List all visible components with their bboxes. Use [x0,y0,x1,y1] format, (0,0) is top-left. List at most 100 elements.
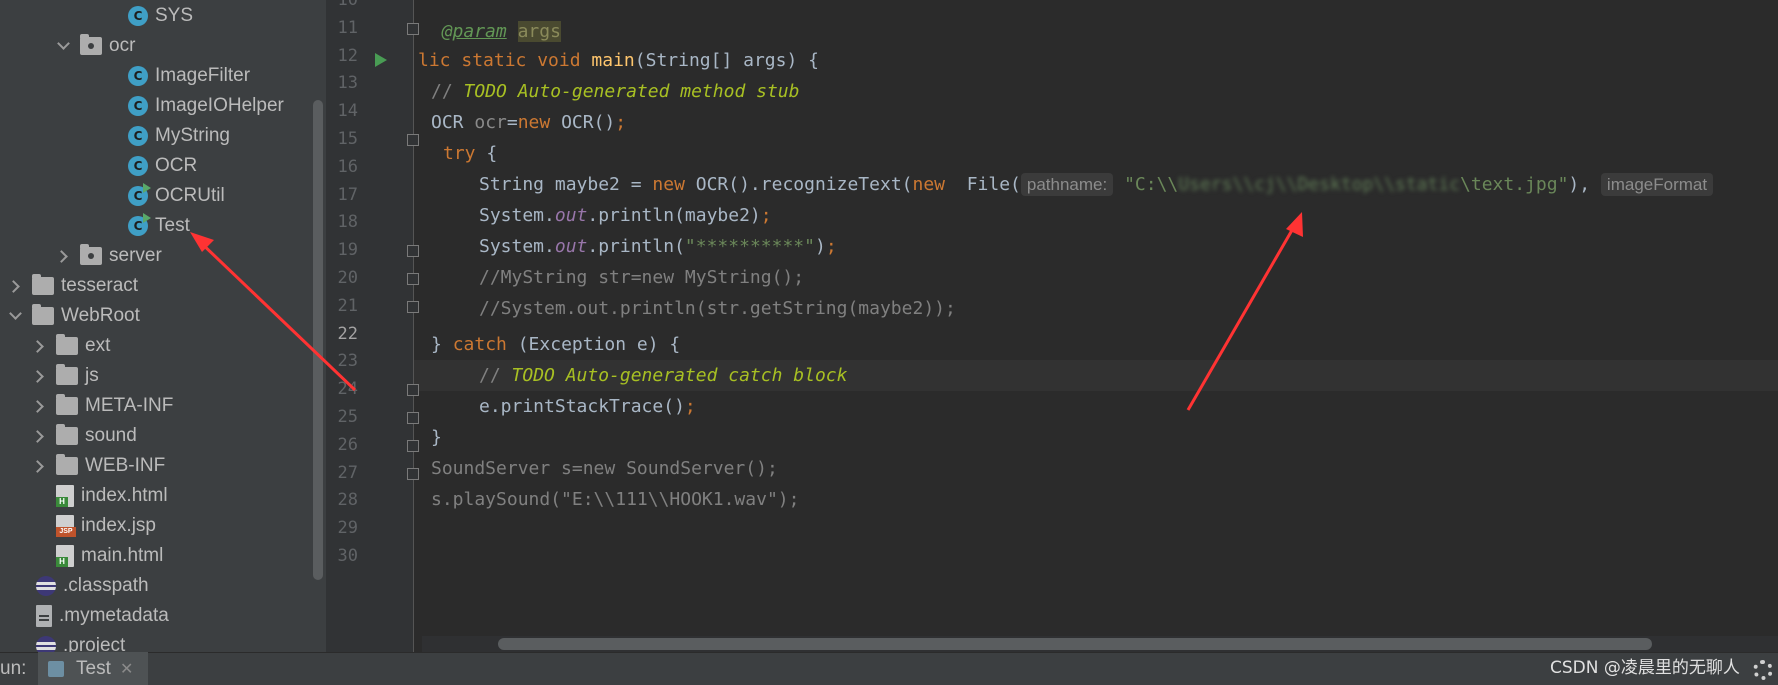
token: out [554,205,588,226]
chevron-down-icon[interactable] [56,39,70,53]
tree-item-label: .project [63,635,126,652]
tree-item-label: server [109,245,162,266]
token: static [461,50,538,71]
fold-marker-icon[interactable] [407,412,419,424]
run-label: un: [0,658,27,679]
tree-item-webroot[interactable]: WebRoot [0,301,310,331]
token: new [517,112,562,133]
token: e.printStackTrace() [479,396,685,417]
token: { [486,143,498,164]
tree-item-index-html[interactable]: index.html [0,481,310,511]
tree-item-label: WEB-INF [85,455,166,476]
fold-marker-icon[interactable] [407,22,419,35]
horizontal-scrollbar[interactable] [498,638,1652,650]
chevron-right-icon[interactable] [32,459,46,473]
line-number: 20 [337,268,358,288]
folder-icon [32,304,54,325]
run-config-icon [48,661,64,677]
tree-item-project[interactable]: .project [0,631,310,652]
token: "C:\\ [1124,174,1179,195]
tree-item-mystring[interactable]: C MyString [0,121,310,151]
fold-marker-icon[interactable] [407,273,419,285]
chevron-right-icon[interactable] [32,429,46,443]
token: System. [479,236,555,257]
tree-item-ocr[interactable]: ocr [0,31,310,61]
fold-marker-icon[interactable] [407,439,419,452]
code-line-13: // TODO Auto-generated method stub [431,76,799,107]
tree-item-label: ext [85,335,111,356]
tree-item-main-html[interactable]: main.html [0,541,310,571]
gear-icon[interactable] [1753,660,1773,680]
chevron-right-icon[interactable] [8,279,22,293]
runnable-class-icon: C [128,213,151,236]
token: new [912,174,956,195]
tree-item-index-jsp[interactable]: index.jsp [0,511,310,541]
code-line-19: //MyString str=new MyString(); [479,267,805,288]
line-number: 29 [337,518,358,539]
code-line-18: System.out.println("**********"); [479,231,837,262]
line-number: 18 [337,212,358,233]
tree-item-sys[interactable]: C SYS [0,1,310,31]
tree-item-ocrutil[interactable]: C OCRUtil [0,181,310,211]
class-icon: C [128,6,148,26]
html-file-icon [56,545,74,567]
token: OCR() [561,112,616,133]
code-line-10: @param args [420,0,561,42]
tree-item-ext[interactable]: ext [0,331,310,361]
tree-item-label: META-INF [85,395,174,416]
fold-marker-icon[interactable] [407,467,419,480]
fold-marker-icon[interactable] [407,245,419,258]
chevron-right-icon[interactable] [32,339,46,353]
code-line-21: } catch (Exception e) { [431,329,680,360]
token: void [537,50,592,71]
chevron-right-icon[interactable] [56,249,70,263]
run-tab-label[interactable]: Test [76,652,111,685]
token: ), [1568,174,1601,195]
line-number: 22 [337,323,358,344]
folder-icon [56,364,78,385]
tree-item-server[interactable]: server [0,241,310,271]
tree-item-sound[interactable]: sound [0,421,310,451]
token: (Exception e) { [517,334,681,355]
token: catch [452,334,518,355]
eclipse-icon [36,636,56,652]
tree-item-imagefilter[interactable]: C ImageFilter [0,61,310,91]
tree-item-imageiohelper[interactable]: C ImageIOHelper [0,91,310,121]
line-number: 25 [337,407,358,427]
parameter-hint-pathname: pathname: [1020,173,1114,196]
tree-scrollbar[interactable] [313,100,323,580]
line-number: 30 [337,546,358,566]
tree-item-classpath[interactable]: .classpath [0,571,310,601]
tree-item-ocr[interactable]: C OCR [0,151,310,181]
token: ) [814,236,826,257]
chevron-down-icon[interactable] [8,309,22,323]
tree-item-meta-inf[interactable]: META-INF [0,391,310,421]
tree-item-label: index.html [81,485,168,506]
token: ocr [474,112,507,133]
fold-marker-icon[interactable] [407,384,419,397]
folder-icon [56,454,78,475]
tree-item-test[interactable]: C Test [0,211,310,241]
code-line-17: System.out.println(maybe2); [479,200,772,231]
tree-item-label: tesseract [61,275,139,296]
fold-marker-icon[interactable] [407,134,419,146]
tree-item-mymetadata[interactable]: .mymetadata [0,601,310,631]
folder-icon [56,424,78,445]
run-main-icon[interactable] [375,53,387,67]
eclipse-icon [36,576,56,596]
tree-item-web-inf[interactable]: WEB-INF [0,451,310,481]
class-icon: C [128,96,148,116]
chevron-right-icon[interactable] [32,369,46,383]
tree-item-js[interactable]: js [0,361,310,391]
token: OCR [431,112,475,133]
token: "**********" [684,236,815,257]
tree-item-tesseract[interactable]: tesseract [0,271,310,301]
line-number: 17 [337,184,358,205]
file-icon [36,605,52,627]
fold-marker-icon[interactable] [407,300,419,313]
code-line-20: //System.out.println(str.getString(maybe… [479,298,956,319]
chevron-right-icon[interactable] [32,399,46,413]
package-icon [80,34,102,55]
close-icon[interactable]: ✕ [120,652,133,685]
token: String maybe2 = [479,174,653,195]
